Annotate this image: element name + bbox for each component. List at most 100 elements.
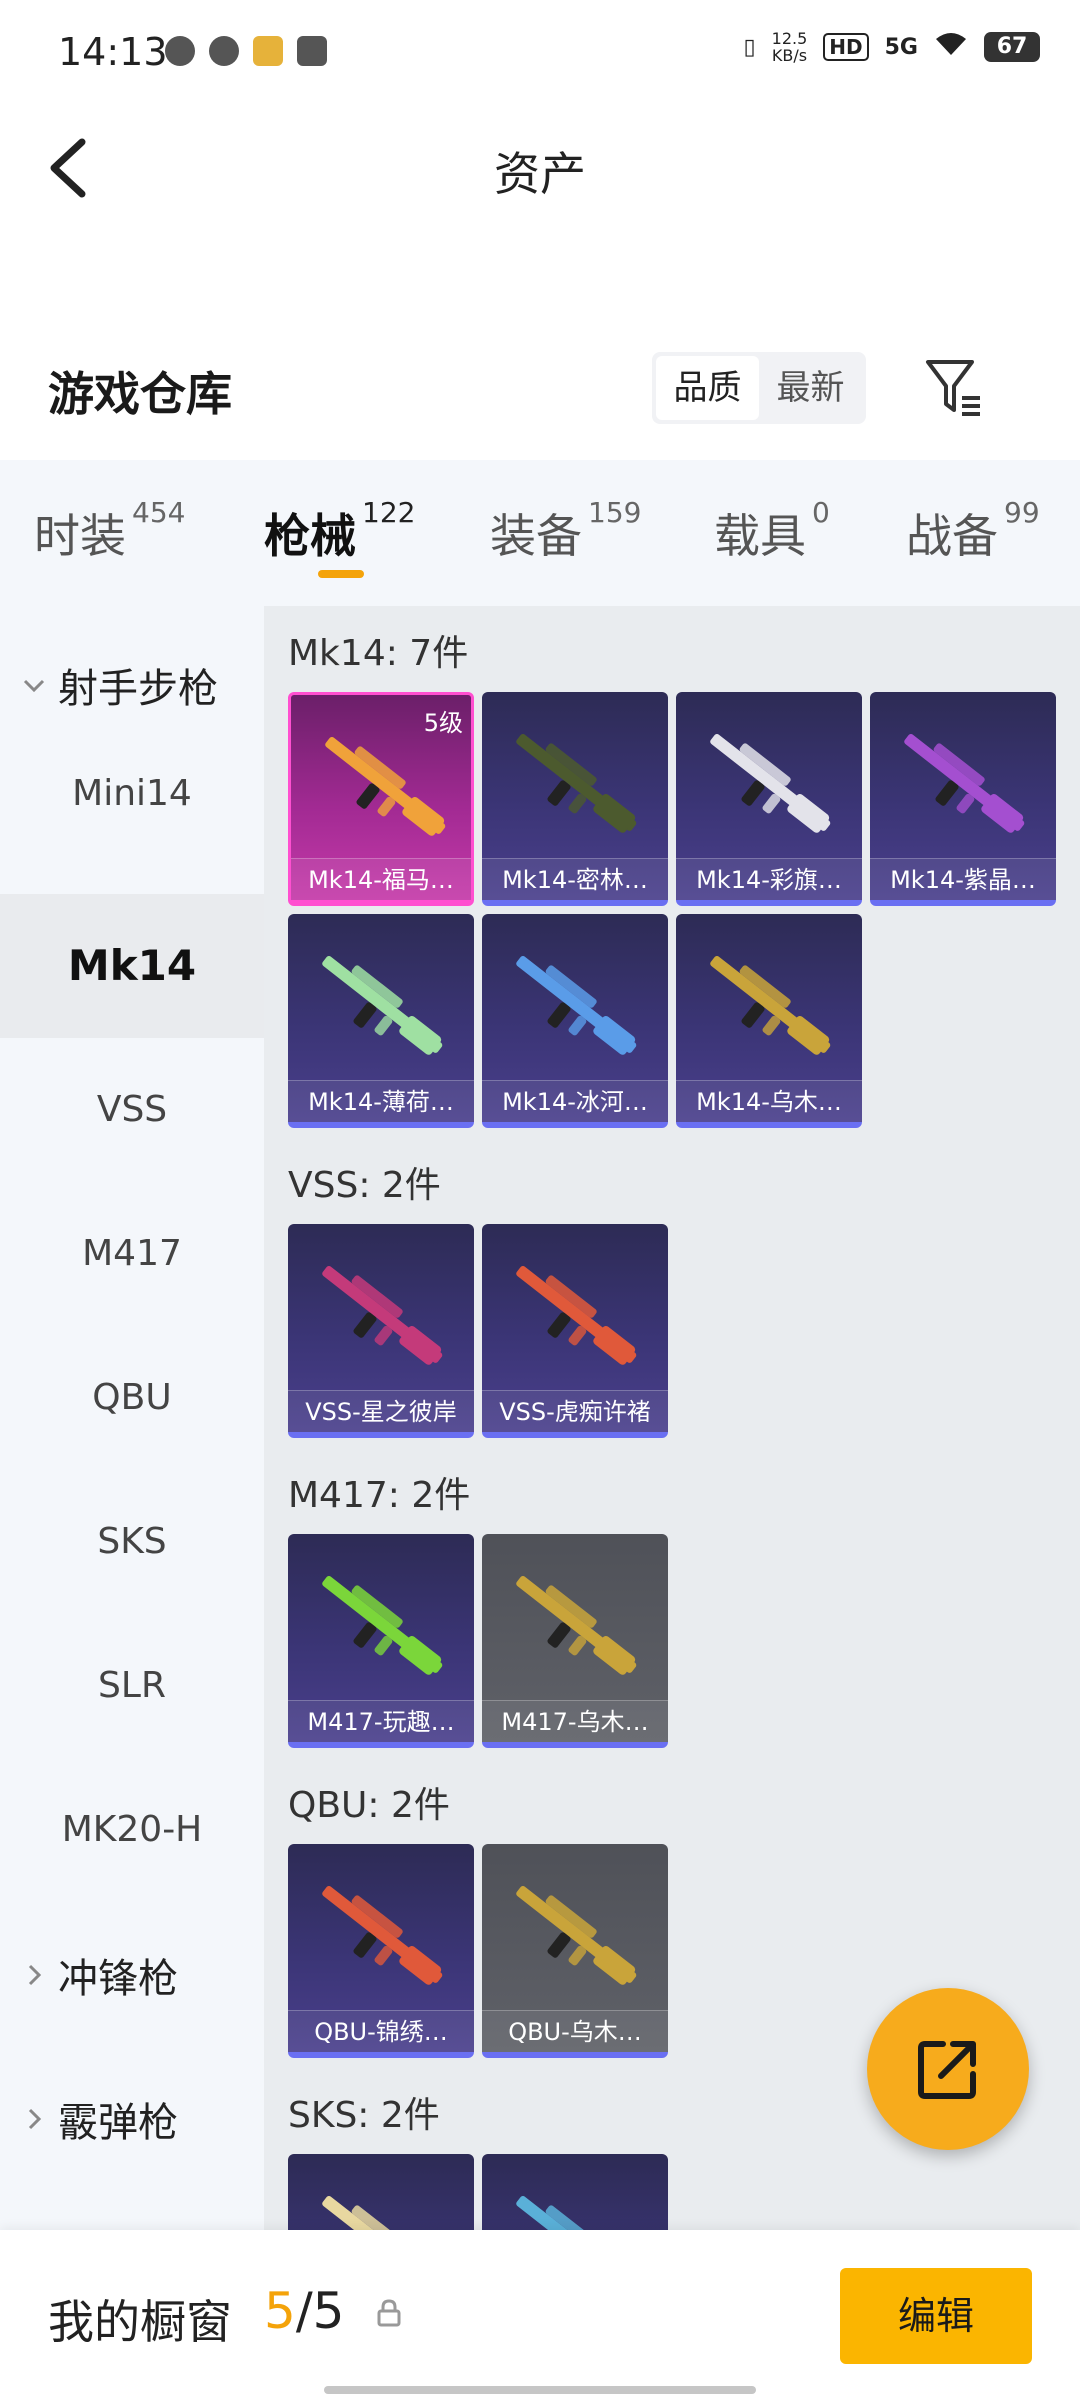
share-button[interactable]	[867, 1988, 1029, 2150]
weapon-name: Mk14-乌木…	[676, 1080, 862, 1122]
network-speed-value: 12.5	[771, 29, 808, 48]
weapon-name: VSS-虎痴许褚	[482, 1390, 668, 1432]
weapon-card[interactable]: Mk14-彩旗…	[676, 692, 862, 906]
chevron-down-icon	[23, 679, 45, 693]
rifle-icon	[516, 2195, 637, 2230]
weapon-card[interactable]	[482, 2154, 668, 2230]
showcase-separator: /	[295, 2282, 313, 2340]
weapon-card[interactable]: QBU-乌木…	[482, 1844, 668, 2058]
sidebar-item-mk20h[interactable]: MK20-H	[0, 1758, 264, 1902]
status-bar: 14:13 ▯ 12.5 KB/s HD 5G 67	[0, 0, 1080, 108]
tab-equipment[interactable]: 装备 159	[490, 496, 641, 566]
active-tab-indicator	[318, 570, 364, 578]
sort-option-latest[interactable]: 最新	[759, 356, 862, 420]
wechat-icon	[165, 36, 195, 66]
chevron-right-icon	[28, 1964, 42, 1986]
filter-button[interactable]	[922, 356, 986, 420]
chevron-right-icon	[28, 2108, 42, 2130]
tab-count: 0	[812, 496, 830, 529]
weapon-name: M417-玩趣…	[288, 1700, 474, 1742]
rifle-icon	[322, 1575, 443, 1675]
wifi-icon	[934, 31, 968, 63]
rifle-icon	[322, 1885, 443, 1985]
weapon-card[interactable]: Mk14-密林…	[482, 692, 668, 906]
showcase-count: 5/5	[264, 2282, 344, 2340]
sniper-rifle-icon	[516, 1265, 637, 1365]
weapon-card[interactable]: M417-玩趣…	[288, 1534, 474, 1748]
message-notification-icon	[297, 36, 327, 66]
app-notification-icon	[209, 36, 239, 66]
sort-toggle: 品质 最新	[652, 352, 866, 424]
section-title-qbu: QBU: 2件	[288, 1785, 450, 1826]
sidebar-group-marksman-rifle[interactable]: 射手步枪	[20, 656, 218, 714]
rifle-icon	[904, 733, 1025, 833]
weapon-name: VSS-星之彼岸	[288, 1390, 474, 1432]
game-notification-icon	[253, 36, 283, 66]
weapon-card[interactable]: VSS-星之彼岸	[288, 1224, 474, 1438]
page-title: 资产	[494, 147, 586, 201]
rifle-icon	[516, 733, 637, 833]
weapon-card[interactable]: Mk14-冰河…	[482, 914, 668, 1128]
showcase-bar: 我的橱窗 5/5 编辑	[0, 2230, 1080, 2400]
weapon-name: QBU-乌木…	[482, 2010, 668, 2052]
edit-button[interactable]: 编辑	[840, 2268, 1032, 2364]
sort-option-quality[interactable]: 品质	[656, 356, 759, 420]
sidebar-group-smg[interactable]: 冲锋枪	[20, 1946, 178, 2004]
weapon-type-sidebar: 射手步枪 Mini14 Mk14 VSS M417 QBU SKS SLR MK…	[0, 606, 264, 2230]
section-title-mk14: Mk14: 7件	[288, 633, 469, 674]
weapon-card[interactable]: M417-乌木…	[482, 1534, 668, 1748]
sidebar-group-shotgun[interactable]: 霰弹枪	[20, 2090, 178, 2148]
sidebar-item-mk14[interactable]: Mk14	[0, 894, 264, 1038]
tab-count: 159	[588, 496, 642, 529]
rifle-icon	[325, 736, 446, 836]
signal-icon: 5G	[884, 34, 918, 60]
tab-firearms[interactable]: 枪械 122	[264, 496, 415, 566]
category-tabs: 时装 454 枪械 122 装备 159 载具 0 战备 99	[0, 460, 1080, 606]
section-title-sks: SKS: 2件	[288, 2095, 440, 2136]
sidebar-item-m417[interactable]: M417	[0, 1182, 264, 1326]
vibrate-icon: ▯	[743, 34, 756, 60]
warehouse-title: 游戏仓库	[48, 367, 232, 421]
sidebar-item-vss[interactable]: VSS	[0, 1038, 264, 1182]
sidebar-group-label: 冲锋枪	[58, 1956, 178, 2002]
tab-label: 载具	[714, 509, 806, 563]
sidebar-item-slr[interactable]: SLR	[0, 1614, 264, 1758]
tab-label: 时装	[34, 509, 126, 563]
weapon-card[interactable]: Mk14-乌木…	[676, 914, 862, 1128]
weapon-name: M417-乌木…	[482, 1700, 668, 1742]
section-title-vss: VSS: 2件	[288, 1165, 441, 1206]
lock-icon	[377, 2299, 401, 2327]
tab-vehicles[interactable]: 载具 0	[714, 496, 830, 566]
battery-icon: 67	[984, 32, 1040, 62]
weapon-card[interactable]: QBU-锦绣…	[288, 1844, 474, 2058]
weapon-name: QBU-锦绣…	[288, 2010, 474, 2052]
showcase-total: 5	[312, 2282, 345, 2340]
rifle-icon	[710, 955, 831, 1055]
sidebar-group-label: 射手步枪	[58, 666, 218, 712]
status-time: 14:13	[58, 30, 168, 74]
tab-count: 454	[132, 496, 186, 529]
hd-icon: HD	[823, 33, 869, 61]
weapon-card[interactable]: Mk14-紫晶…	[870, 692, 1056, 906]
sidebar-item-qbu[interactable]: QBU	[0, 1326, 264, 1470]
filter-icon	[926, 360, 980, 416]
weapon-name: Mk14-薄荷…	[288, 1080, 474, 1122]
weapon-card[interactable]: Mk14-薄荷…	[288, 914, 474, 1128]
weapon-card[interactable]: 5级 Mk14-福马…	[288, 692, 474, 906]
weapon-card[interactable]: VSS-虎痴许褚	[482, 1224, 668, 1438]
rifle-icon	[710, 733, 831, 833]
rifle-icon	[516, 955, 637, 1055]
network-speed-unit: KB/s	[771, 46, 808, 65]
sidebar-group-label: 霰弹枪	[58, 2100, 178, 2146]
tab-label: 装备	[490, 509, 582, 563]
sidebar-item-mini14[interactable]: Mini14	[0, 722, 264, 866]
showcase-label: 我的橱窗	[48, 2295, 232, 2349]
weapon-card[interactable]	[288, 2154, 474, 2230]
tab-count: 122	[362, 496, 416, 529]
tab-fashion[interactable]: 时装 454	[34, 496, 185, 566]
tab-supplies[interactable]: 战备 99	[906, 496, 1040, 566]
section-title-m417: M417: 2件	[288, 1475, 471, 1516]
rifle-icon	[322, 955, 443, 1055]
sidebar-item-sks[interactable]: SKS	[0, 1470, 264, 1614]
weapon-name: Mk14-冰河…	[482, 1080, 668, 1122]
